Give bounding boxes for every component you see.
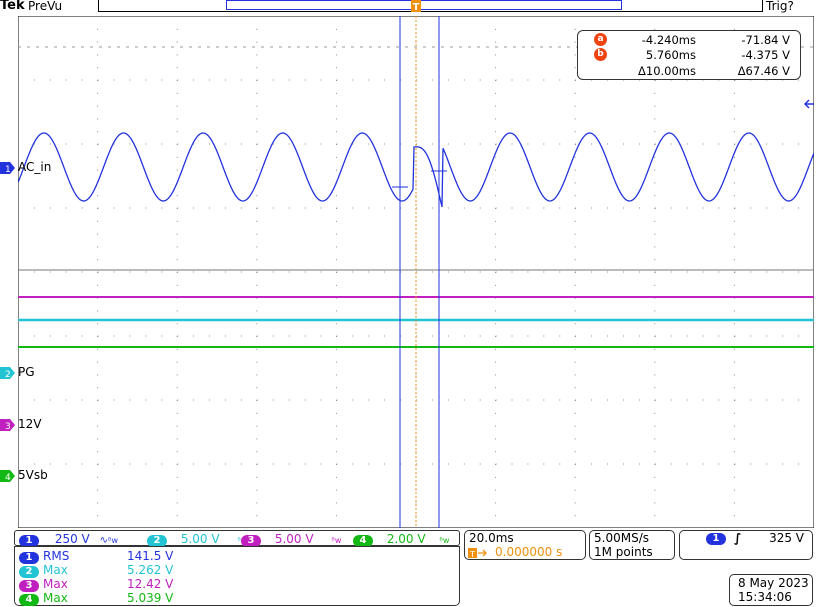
svg-text:1: 1 <box>5 165 11 174</box>
time-display: 15:34:06 <box>738 590 792 604</box>
acquisition-mode: PreVu <box>28 0 63 13</box>
measurements-panel[interactable]: 1 RMS 141.5 V 2 Max 5.262 V 3 Max 12.42 … <box>14 546 460 606</box>
trigger-status: Trig? <box>766 0 794 13</box>
svg-text:2: 2 <box>5 370 11 379</box>
cursor-b-time: 5.760ms <box>645 48 696 62</box>
ch2-scale[interactable]: 2 5.00 V ᴮw <box>147 532 247 547</box>
ch3-scale[interactable]: 3 5.00 V ᴮw <box>241 532 341 547</box>
date-display: 8 May 2023 <box>738 576 809 590</box>
svg-text:3: 3 <box>5 422 11 431</box>
cursor-delta-time: Δ10.00ms <box>638 64 696 78</box>
record-length: 1M points <box>594 545 653 559</box>
ch2-label: PG <box>18 365 35 379</box>
cursor-delta-voltage: Δ67.46 V <box>737 64 790 78</box>
cursor-b-badge: b <box>594 48 607 61</box>
trigger-panel[interactable]: 1 ∫ 325 V <box>679 530 813 560</box>
timebase-position: 0.000000 s <box>495 545 563 559</box>
trigger-level: 325 V <box>769 531 804 545</box>
ch4-ground-marker[interactable]: 4 <box>0 470 16 482</box>
measurement-row: 2 Max 5.262 V <box>19 563 199 578</box>
acquisition-panel[interactable]: 5.00MS/s 1M points <box>589 530 675 560</box>
measurement-row: 3 Max 12.42 V <box>19 577 199 592</box>
measurement-row: 1 RMS 141.5 V <box>19 549 199 564</box>
cursor-b-row: b 5.760ms -4.375 V <box>578 48 800 63</box>
measurement-row: 4 Max 5.039 V <box>19 591 199 606</box>
trigger-level-icon[interactable] <box>804 98 816 110</box>
waveform-graticule[interactable] <box>18 16 814 528</box>
ch3-ground-marker[interactable]: 3 <box>0 419 16 431</box>
cursor-a-voltage: -71.84 V <box>741 33 790 47</box>
datetime-panel: 8 May 2023 15:34:06 <box>729 574 813 606</box>
ch4-label: 5Vsb <box>18 468 48 482</box>
svg-text:T: T <box>469 550 475 559</box>
svg-text:T: T <box>413 2 420 13</box>
ch4-scale[interactable]: 4 2.00 V ᴮw <box>353 532 449 547</box>
svg-text:4: 4 <box>5 473 11 482</box>
cursor-b-voltage: -4.375 V <box>741 48 790 62</box>
channel-scales-bar[interactable]: 1 250 V ∿ᴮw 2 5.00 V ᴮw 3 5.00 V ᴮw 4 2.… <box>14 530 460 547</box>
timebase-panel[interactable]: 20.0ms T 0.000000 s <box>464 530 586 560</box>
cursor-a-time: -4.240ms <box>641 33 696 47</box>
cursor-a-row: a -4.240ms -71.84 V <box>578 33 800 48</box>
ch1-label: AC_in <box>18 160 52 174</box>
ch1-scale[interactable]: 1 250 V ∿ᴮw <box>19 532 118 547</box>
trigger-position-icon[interactable]: T <box>408 0 424 14</box>
trigger-delay-icon: T <box>468 548 487 559</box>
cursor-readout-panel[interactable]: a -4.240ms -71.84 V b 5.760ms -4.375 V Δ… <box>577 30 801 80</box>
ch2-ground-marker[interactable]: 2 <box>0 367 16 379</box>
record-view-window[interactable] <box>226 0 622 10</box>
cursor-a-badge: a <box>594 33 607 46</box>
trigger-source: 1 <box>706 533 726 545</box>
trigger-slope-icon: ∫ <box>734 531 742 545</box>
ch1-ground-marker[interactable]: 1 <box>0 162 16 174</box>
ch3-label: 12V <box>18 417 42 431</box>
sample-rate: 5.00MS/s <box>594 531 649 545</box>
cursor-delta-row: Δ10.00ms Δ67.46 V <box>578 64 800 79</box>
brand-logo: Tek <box>0 0 25 13</box>
bottom-info-panel: 1 250 V ∿ᴮw 2 5.00 V ᴮw 3 5.00 V ᴮw 4 2.… <box>0 529 817 607</box>
timebase-scale: 20.0ms <box>469 531 514 545</box>
